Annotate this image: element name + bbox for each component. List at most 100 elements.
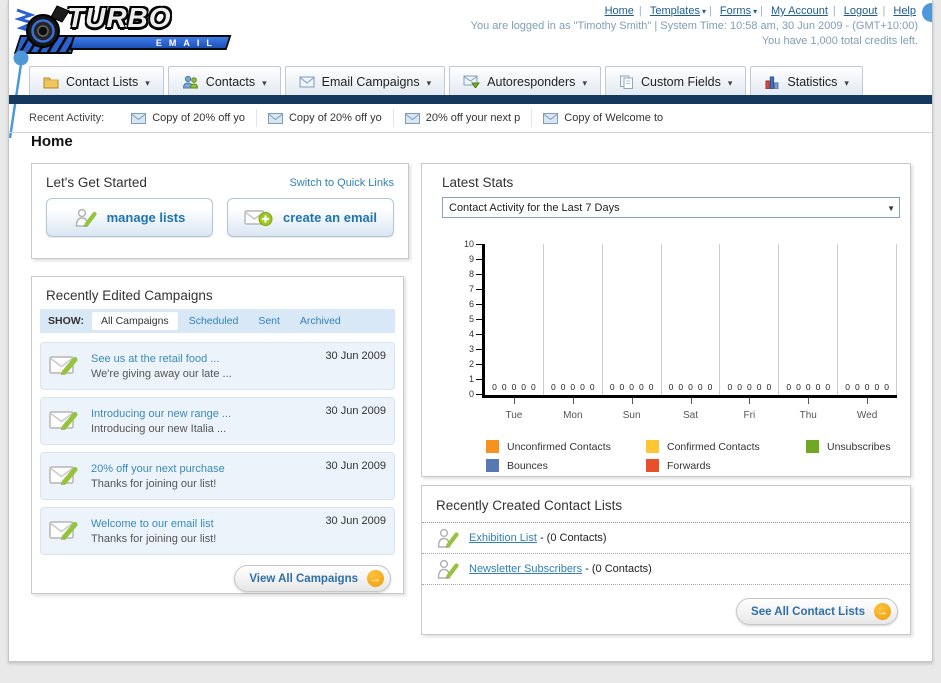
chevron-down-icon: ▾ [753,7,758,16]
campaign-date: 30 Jun 2009 [325,515,386,527]
contact-list-item[interactable]: Exhibition List - (0 Contacts) [422,523,910,554]
bar-value-label: 0 [747,382,752,392]
chart-day-group: 0 0 0 0 0 Sat [660,244,720,421]
contact-lists-card: Recently Created Contact Lists Exhibitio… [421,485,911,635]
chart-day-group: 0 0 0 0 0 Tue [485,244,543,421]
bar-value-label: 0 [766,382,772,392]
statistics-icon [765,76,779,89]
campaign-row[interactable]: Welcome to our email list Thanks for joi… [40,507,395,555]
header-link-home[interactable]: Home [605,5,634,17]
campaign-filter-bar: SHOW: All Campaigns Scheduled Sent Archi… [40,309,395,333]
contact-list-link[interactable]: Exhibition List [469,532,537,544]
bar-value-label: 0 [639,382,644,392]
header-link-my-account[interactable]: My Account [771,5,828,17]
x-axis-line [482,395,897,398]
manage-lists-label: manage lists [106,210,186,225]
autoresponder-icon [463,75,481,88]
recent-activity-text: Copy of Welcome to [564,112,664,124]
header-link-logout[interactable]: Logout [844,5,878,17]
turbo-icon [15,5,70,48]
y-tick-label: 8 [468,269,474,279]
stats-period-dropdown[interactable]: Contact Activity for the Last 7 Days [442,197,900,218]
chevron-down-icon [145,75,150,89]
tab-contact-lists[interactable]: Contact Lists [29,66,164,96]
help-bubble-icon[interactable] [922,3,932,22]
contact-activity-chart: 10 9 8 7 6 5 4 3 2 1 0 0 0 0 0 0 Tue 0 0 0 0 0 Mon 0 0 0 0 0 Sun 0 0 0… [456,239,897,424]
bar-value-label: 0 [786,382,792,392]
x-tick-label: Wed [856,410,878,421]
bar-value-label: 0 [756,382,762,392]
campaign-row[interactable]: 20% off your next purchase Thanks for jo… [40,452,395,500]
filter-archived[interactable]: Archived [291,312,350,330]
show-label: SHOW: [48,315,84,327]
link-separator: | [638,5,642,17]
campaign-row[interactable]: Introducing our new range ... Introducin… [40,397,395,445]
bar-value-label: 0 [845,382,850,392]
legend-swatch [646,459,659,472]
filter-sent[interactable]: Sent [249,312,289,330]
person-pencil-icon [437,559,459,579]
legend-item: Unconfirmed Contacts [486,440,646,453]
latest-stats-title: Latest Stats [442,175,514,190]
switch-to-quick-links-link[interactable]: Switch to Quick Links [289,177,394,189]
tab-autoresponders[interactable]: Autoresponders [449,66,601,96]
bar-value-label: 0 [580,382,585,392]
see-all-contact-lists-label: See All Contact Lists [751,605,865,618]
bar-value-label: 0 [511,382,517,392]
tab-label: Custom Fields [640,74,721,89]
bar-value-labels: 00000 [662,382,720,392]
y-tick-label: 4 [468,329,474,339]
filter-scheduled[interactable]: Scheduled [180,312,248,330]
header-link-help[interactable]: Help [893,5,916,17]
recent-campaigns-card: Recently Edited Campaigns SHOW: All Camp… [31,276,404,594]
x-tick-label: Thu [799,410,817,421]
bar-value-label: 0 [854,382,860,392]
person-pencil-icon [75,208,97,227]
arrow-right-icon [874,603,891,620]
x-tick-mark [513,398,515,404]
envelope-icon [267,112,283,124]
bar-value-label: 0 [815,382,821,392]
tab-statistics[interactable]: Statistics [750,66,863,96]
tab-custom-fields[interactable]: Custom Fields [604,66,747,96]
bar-value-label: 0 [589,382,595,392]
contact-list-item[interactable]: Newsletter Subscribers - (0 Contacts) [422,554,910,585]
chevron-down-icon [887,202,895,214]
campaign-title-link[interactable]: Welcome to our email list [91,518,214,530]
campaign-text: Welcome to our email list Thanks for joi… [91,516,316,546]
header-link-forms[interactable]: Forms [720,5,751,17]
manage-lists-button[interactable]: manage lists [46,198,213,237]
campaign-title-link[interactable]: Introducing our new range ... [91,408,231,420]
turbo-email-logo[interactable]: EMAIL TURBO [13,2,245,56]
create-an-email-button[interactable]: create an email [227,198,394,237]
see-all-contact-lists-button[interactable]: See All Contact Lists [736,598,898,625]
logo-word: TURBO [67,2,172,33]
x-tick-mark [749,398,751,404]
bar-value-label: 0 [874,382,880,392]
campaign-text: 20% off your next purchase Thanks for jo… [91,461,316,491]
recent-activity-item[interactable]: Copy of Welcome to [531,109,674,127]
bar-value-label: 0 [825,382,831,392]
tab-label: Email Campaigns [321,74,420,89]
tab-email-campaigns[interactable]: Email Campaigns [284,66,446,96]
filter-all-campaigns[interactable]: All Campaigns [91,312,178,330]
legend-swatch [486,459,499,472]
campaign-row[interactable]: See us at the retail food ... We're givi… [40,342,395,390]
bar-value-label: 0 [492,382,497,392]
recent-activity-item[interactable]: Copy of 20% off yo [120,109,256,127]
campaign-title-link[interactable]: 20% off your next purchase [91,463,225,475]
bar-value-label: 0 [884,382,889,392]
view-all-campaigns-label: View All Campaigns [249,572,358,585]
recent-activity-item[interactable]: 20% off your next p [392,109,532,127]
tab-label: Autoresponders [487,74,576,89]
bar-value-labels: 00000 [603,382,661,392]
contact-list-link[interactable]: Newsletter Subscribers [469,563,582,575]
recent-activity-item[interactable]: Copy of 20% off yo [255,109,393,127]
tab-contacts[interactable]: Contacts [167,66,281,96]
recent-activity-text: Copy of 20% off yo [152,112,245,124]
header-link-templates[interactable]: Templates [650,5,700,17]
view-all-campaigns-button[interactable]: View All Campaigns [234,565,391,592]
campaign-title-link[interactable]: See us at the retail food ... [91,353,219,365]
bar-value-label: 0 [648,382,654,392]
bar-value-label: 0 [521,382,527,392]
